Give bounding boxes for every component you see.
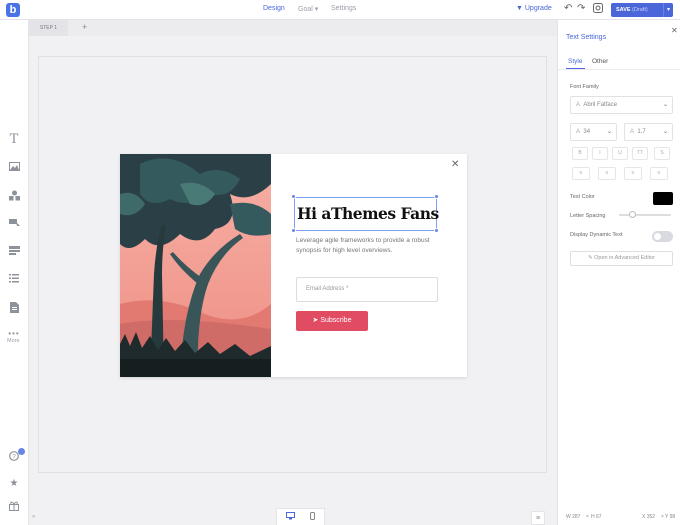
resize-handle[interactable] — [434, 228, 439, 233]
image-element-icon[interactable] — [8, 162, 20, 174]
element-toolbar: T ••• More ? ★ — [0, 20, 29, 525]
device-switcher — [276, 508, 325, 525]
tab-settings[interactable]: Settings — [331, 5, 356, 12]
add-step-button[interactable]: + — [82, 22, 87, 32]
font-family-value: Abril Fatface — [583, 102, 618, 108]
collapse-toolbar-icon[interactable]: « — [32, 514, 35, 520]
step-tabs: STEP 1 + — [29, 20, 557, 36]
star-icon[interactable]: ★ — [8, 478, 20, 490]
slider-handle[interactable] — [629, 211, 636, 218]
align-justify-icon[interactable]: ≡ — [650, 167, 668, 180]
panel-close-icon[interactable]: ✕ — [671, 26, 678, 35]
popup-preview[interactable]: ✕ Hi aThemes Fans Leverage agile framewo… — [120, 154, 467, 377]
document-element-icon[interactable] — [8, 302, 20, 314]
advanced-editor-label: Open in Advanced Editor — [594, 255, 655, 261]
align-left-icon[interactable]: ≡ — [572, 167, 590, 180]
save-label: SAVE — [616, 7, 631, 13]
align-right-icon[interactable]: ≡ — [624, 167, 642, 180]
app-logo[interactable]: b — [6, 3, 20, 17]
font-size-value: 34 — [583, 129, 591, 135]
popup-subtext[interactable]: Leverage agile frameworks to provide a r… — [296, 236, 446, 256]
gift-icon[interactable] — [8, 501, 20, 513]
align-center-icon[interactable]: ≡ — [598, 167, 616, 180]
dimension-separator: × — [586, 514, 589, 520]
strikethrough-button[interactable]: S — [654, 147, 670, 160]
resize-handle[interactable] — [291, 194, 296, 199]
position-separator: × — [661, 514, 664, 520]
more-label[interactable]: More — [7, 338, 20, 344]
text-color-label: Text Color — [570, 194, 595, 200]
desktop-icon[interactable] — [286, 512, 295, 522]
chevron-down-icon: ⌄ — [662, 129, 668, 135]
email-input[interactable]: Email Address * — [296, 277, 438, 302]
subscribe-button[interactable]: ➤ Subscribe — [296, 311, 368, 331]
pencil-icon: ✎ — [588, 255, 593, 261]
font-size-select[interactable]: A 34 ⌄ — [570, 123, 617, 141]
tab-style[interactable]: Style — [568, 58, 582, 65]
dynamic-text-toggle[interactable] — [652, 231, 673, 242]
top-bar: b Design Goal ▾ Settings ▼ Upgrade ↶ ↷ S… — [0, 0, 680, 20]
tab-design[interactable]: Design — [263, 5, 285, 12]
uppercase-button[interactable]: TT — [632, 147, 648, 160]
redo-icon[interactable]: ↷ — [577, 3, 585, 14]
font-family-select[interactable]: A Abril Fatface ⌄ — [570, 96, 673, 114]
resize-handle[interactable] — [434, 194, 439, 199]
notification-badge — [18, 448, 25, 455]
text-color-swatch[interactable] — [653, 192, 673, 205]
popup-headline[interactable]: Hi aThemes Fans — [297, 204, 439, 223]
bold-button[interactable]: B — [572, 147, 588, 160]
x-readout: X 352 — [642, 514, 656, 520]
tab-other[interactable]: Other — [592, 58, 608, 65]
upgrade-link[interactable]: ▼ Upgrade — [516, 5, 552, 12]
y-readout: Y 98 — [665, 514, 676, 520]
letter-spacing-label: Letter Spacing — [570, 213, 606, 219]
chevron-down-icon: ⌄ — [662, 102, 668, 108]
text-element-icon[interactable]: T — [8, 133, 20, 146]
line-height-select[interactable]: A 1.7 ⌄ — [624, 123, 673, 141]
tab-goal[interactable]: Goal ▾ — [298, 5, 318, 13]
font-icon: A — [576, 102, 581, 108]
chevron-down-icon: ⌄ — [606, 129, 612, 135]
advanced-editor-button[interactable]: ✎ Open in Advanced Editor — [570, 251, 673, 266]
panel-title: Text Settings — [566, 34, 607, 41]
toggle-knob — [654, 233, 661, 240]
popup-close-icon[interactable]: ✕ — [451, 159, 459, 170]
shapes-element-icon[interactable] — [8, 190, 20, 202]
layers-icon[interactable]: ≡ — [531, 511, 545, 525]
line-height-icon: A — [630, 129, 635, 135]
underline-button[interactable]: U — [612, 147, 628, 160]
tab-step-1[interactable]: STEP 1 — [29, 20, 68, 36]
save-button[interactable]: SAVE (Draft) ▾ — [611, 3, 673, 17]
height-readout: H 67 — [591, 514, 602, 520]
width-readout: W 287 — [566, 514, 581, 520]
form-element-icon[interactable] — [8, 246, 20, 258]
mobile-icon[interactable] — [310, 512, 315, 522]
forest-illustration[interactable] — [120, 154, 271, 377]
save-status: (Draft) — [632, 7, 648, 13]
font-size-icon: A — [576, 129, 581, 135]
font-family-label: Font Family — [570, 84, 599, 90]
text-settings-panel: Text Settings ✕ Style Other Font Family … — [557, 20, 680, 525]
undo-icon[interactable]: ↶ — [564, 3, 572, 14]
list-element-icon[interactable] — [8, 274, 20, 286]
divider — [558, 69, 680, 70]
chevron-down-icon[interactable]: ▾ — [662, 3, 670, 17]
subscribe-label: Subscribe — [320, 317, 352, 324]
button-element-icon[interactable] — [8, 218, 20, 230]
dynamic-text-label: Display Dynamic Text — [570, 232, 623, 238]
resize-handle[interactable] — [291, 228, 296, 233]
line-height-value: 1.7 — [637, 129, 646, 135]
preview-icon[interactable] — [593, 3, 603, 16]
italic-button[interactable]: I — [592, 147, 608, 160]
paper-plane-icon: ➤ — [312, 317, 319, 324]
letter-spacing-slider[interactable] — [619, 214, 671, 216]
